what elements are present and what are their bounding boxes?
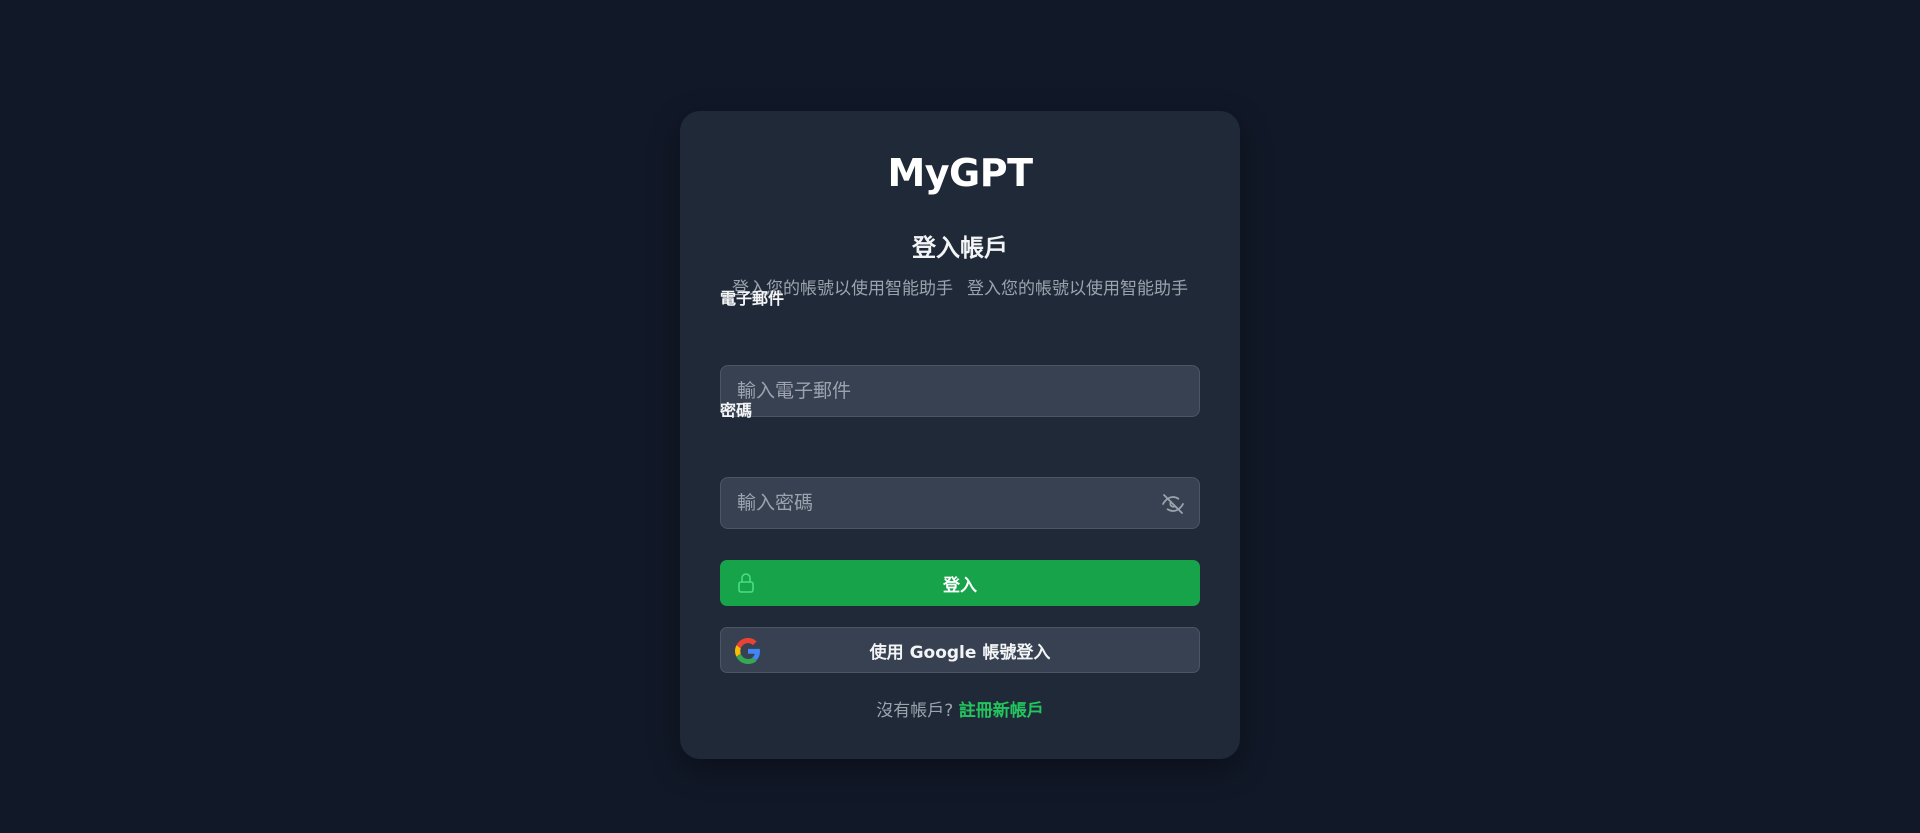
- login-card: MyGPT 登入帳戶 登入您的帳號以使用智能助手 登入您的帳號以使用智能助手 電子…: [680, 111, 1240, 759]
- email-field-wrapper: [720, 365, 1200, 417]
- login-button[interactable]: 登入: [720, 560, 1200, 606]
- signup-prompt: 沒有帳戶? 註冊新帳戶: [680, 696, 1240, 721]
- signup-link[interactable]: 註冊新帳戶: [959, 701, 1044, 721]
- password-label: 密碼: [720, 401, 753, 420]
- password-field-wrapper: [720, 477, 1200, 529]
- brand-title: MyGPT: [887, 151, 1033, 195]
- google-login-button[interactable]: 使用 Google 帳號登入: [720, 627, 1200, 673]
- google-icon: [735, 638, 760, 664]
- email-label: 電子郵件: [720, 289, 785, 308]
- lock-icon: [738, 573, 754, 593]
- password-field[interactable]: [721, 478, 1199, 528]
- subtitle-text-repeat: 登入您的帳號以使用智能助手: [967, 279, 1188, 299]
- eye-off-icon[interactable]: [1161, 492, 1185, 516]
- google-button-label: 使用 Google 帳號登入: [869, 642, 1051, 663]
- login-button-label: 登入: [943, 575, 977, 596]
- page-title: 登入帳戶: [912, 234, 1008, 262]
- signup-prompt-text: 沒有帳戶?: [876, 701, 954, 721]
- email-field[interactable]: [721, 366, 1199, 416]
